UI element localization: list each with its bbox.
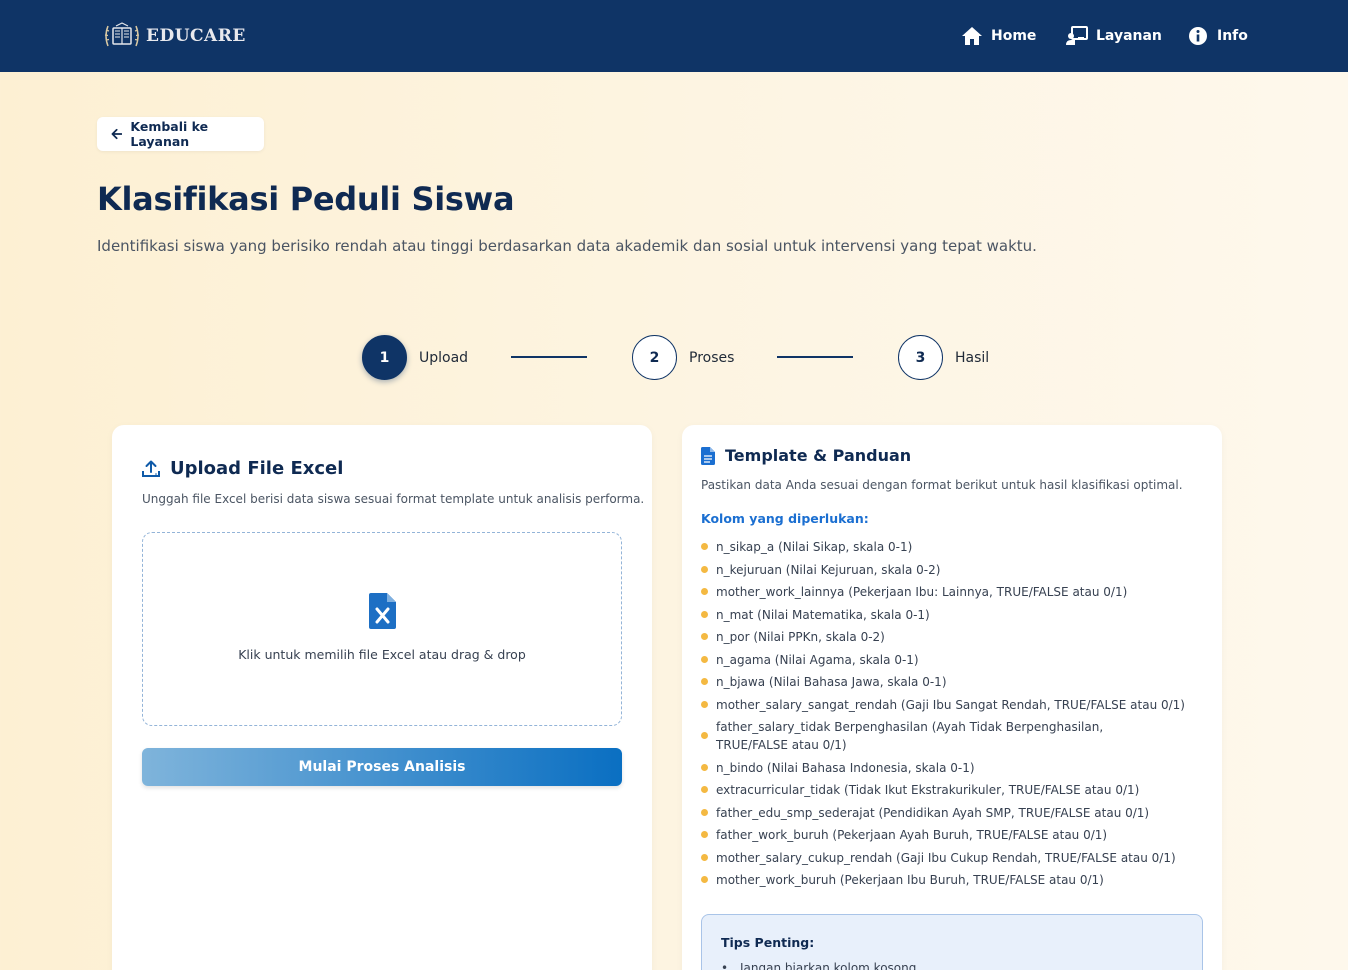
- required-columns-label: Kolom yang diperlukan:: [701, 511, 869, 526]
- nav-layanan-label: Layanan: [1096, 28, 1162, 44]
- list-item: n_kejuruan (Nilai Kejuruan, skala 0-2): [701, 561, 1191, 579]
- list-item: n_mat (Nilai Matematika, skala 0-1): [701, 606, 1191, 624]
- page-subtitle: Identifikasi siswa yang berisiko rendah …: [97, 237, 1037, 255]
- step-number: 3: [898, 335, 943, 380]
- template-header: Template & Panduan: [701, 446, 911, 465]
- dropzone-text: Klik untuk memilih file Excel atau drag …: [238, 647, 526, 662]
- nav-home[interactable]: Home: [961, 24, 1036, 48]
- file-excel-icon: [369, 593, 396, 629]
- back-button-label: Kembali ke Layanan: [130, 119, 209, 149]
- tip-item: Jangan biarkan kolom kosong: [721, 961, 916, 970]
- upload-card: Upload File Excel Unggah file Excel beri…: [112, 425, 652, 970]
- required-columns-list: n_sikap_a (Nilai Sikap, skala 0-1) n_kej…: [701, 538, 1191, 894]
- brand-name: EDUCARE: [146, 26, 246, 46]
- list-item: father_work_buruh (Pekerjaan Ayah Buruh,…: [701, 826, 1191, 844]
- list-item: mother_work_buruh (Pekerjaan Ibu Buruh, …: [701, 871, 1191, 889]
- home-icon: [962, 27, 982, 45]
- step-label: Hasil: [955, 349, 990, 366]
- template-title: Template & Panduan: [725, 446, 912, 465]
- list-item: n_bjawa (Nilai Bahasa Jawa, skala 0-1): [701, 673, 1191, 691]
- step-hasil: 3 Hasil: [898, 335, 989, 380]
- brand-logo[interactable]: EDUCARE: [102, 22, 246, 50]
- upload-icon: [142, 460, 160, 477]
- template-description: Pastikan data Anda sesuai dengan format …: [701, 478, 1183, 492]
- navbar: EDUCARE Home Layanan Info: [0, 0, 1348, 72]
- list-item: mother_salary_sangat_rendah (Gaji Ibu Sa…: [701, 696, 1191, 714]
- template-card: Template & Panduan Pastikan data Anda se…: [682, 425, 1222, 970]
- list-item: mother_salary_cukup_rendah (Gaji Ibu Cuk…: [701, 849, 1191, 867]
- step-connector: [777, 356, 853, 358]
- list-item: n_sikap_a (Nilai Sikap, skala 0-1): [701, 538, 1191, 556]
- back-to-layanan-button[interactable]: Kembali ke Layanan: [97, 117, 264, 151]
- upload-description: Unggah file Excel berisi data siswa sesu…: [142, 492, 645, 506]
- step-label: Upload: [419, 349, 469, 366]
- file-dropzone[interactable]: Klik untuk memilih file Excel atau drag …: [142, 532, 622, 726]
- list-item: n_bindo (Nilai Bahasa Indonesia, skala 0…: [701, 759, 1191, 777]
- tips-title: Tips Penting:: [721, 935, 815, 950]
- step-proses: 2 Proses: [632, 335, 734, 380]
- arrow-left-icon: [111, 128, 123, 140]
- step-label: Proses: [689, 349, 735, 366]
- list-item: father_edu_smp_sederajat (Pendidikan Aya…: [701, 804, 1191, 822]
- nav-info[interactable]: Info: [1187, 24, 1248, 48]
- list-item: mother_work_lainnya (Pekerjaan Ibu: Lain…: [701, 583, 1191, 601]
- nav-home-label: Home: [991, 28, 1037, 44]
- page-title: Klasifikasi Peduli Siswa: [97, 180, 515, 218]
- nav-info-label: Info: [1217, 28, 1248, 44]
- info-circle-icon: [1189, 27, 1207, 45]
- upload-title: Upload File Excel: [170, 458, 344, 479]
- list-item: father_salary_tidak Berpenghasilan (Ayah…: [701, 718, 1176, 754]
- list-item: n_agama (Nilai Agama, skala 0-1): [701, 651, 1191, 669]
- file-text-icon: [701, 446, 715, 465]
- upload-header: Upload File Excel: [142, 458, 343, 479]
- list-item: n_por (Nilai PPKn, skala 0-2): [701, 628, 1191, 646]
- book-emblem-icon: [104, 22, 140, 47]
- list-item: extracurricular_tidak (Tidak Ikut Ekstra…: [701, 781, 1191, 799]
- step-connector: [511, 356, 587, 358]
- start-analysis-button[interactable]: Mulai Proses Analisis: [142, 748, 622, 786]
- step-number: 2: [632, 335, 677, 380]
- step-upload: 1 Upload: [362, 335, 468, 380]
- nav-layanan[interactable]: Layanan: [1066, 24, 1162, 48]
- chalkboard-user-icon: [1066, 26, 1088, 45]
- step-number: 1: [362, 335, 407, 380]
- tips-box: Tips Penting: Jangan biarkan kolom koson…: [701, 914, 1203, 970]
